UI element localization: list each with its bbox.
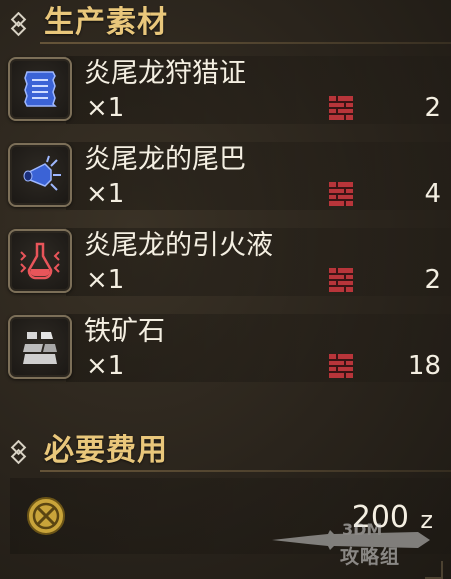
- cost-section-header: 必要费用: [0, 428, 451, 472]
- material-icon-frame: [8, 315, 72, 379]
- owned-count: 2: [424, 93, 441, 123]
- zenny-coin-icon: [27, 497, 65, 535]
- materials-title: 生产素材: [44, 5, 168, 40]
- diamond-emblem-icon: [10, 12, 27, 37]
- material-name: 炎尾龙的尾巴: [84, 144, 246, 175]
- material-name: 铁矿石: [84, 316, 165, 347]
- section-divider: [40, 470, 451, 472]
- cost-unit: z: [420, 506, 433, 534]
- blue-tail-icon: [23, 155, 61, 191]
- material-qty: ×1: [86, 265, 125, 295]
- material-row[interactable]: 炎尾龙的尾巴 ×1 4: [6, 138, 451, 214]
- material-icon-frame: [8, 143, 72, 207]
- item-box-icon: [329, 96, 353, 120]
- material-name: 炎尾龙的引火液: [84, 230, 273, 261]
- material-row[interactable]: 铁矿石 ×1 18: [6, 310, 451, 386]
- item-box-icon: [329, 354, 353, 378]
- red-flask-icon: [20, 242, 60, 280]
- material-row[interactable]: 炎尾龙狩猎证 ×1 2: [6, 52, 451, 128]
- materials-section-header: 生产素材: [0, 0, 451, 44]
- material-qty: ×1: [86, 351, 125, 381]
- material-name: 炎尾龙狩猎证: [84, 58, 246, 89]
- item-box-icon: [329, 268, 353, 292]
- cost-title: 必要费用: [44, 433, 168, 468]
- owned-count: 18: [407, 351, 441, 381]
- material-qty: ×1: [86, 93, 125, 123]
- cost-row: 200 z: [10, 478, 451, 554]
- owned-count: 2: [424, 265, 441, 295]
- material-icon-frame: [8, 229, 72, 293]
- material-qty: ×1: [86, 179, 125, 209]
- grey-ore-icon: [23, 332, 57, 364]
- frame-corner: [425, 561, 443, 579]
- section-divider: [40, 42, 451, 44]
- owned-count: 4: [424, 179, 441, 209]
- material-icon-frame: [8, 57, 72, 121]
- item-box-icon: [329, 182, 353, 206]
- blue-certificate-icon: [24, 71, 57, 107]
- cost-value: 200: [351, 500, 409, 535]
- material-row[interactable]: 炎尾龙的引火液 ×1 2: [6, 224, 451, 300]
- diamond-emblem-icon: [10, 440, 27, 465]
